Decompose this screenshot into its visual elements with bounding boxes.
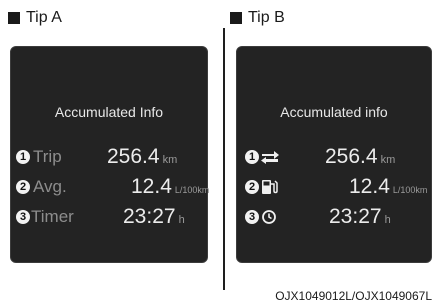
screen-b-row-trip: 1 256.4 km	[237, 143, 431, 171]
avg-value-group: 12.4 L/100km	[131, 173, 209, 201]
tip-a-label: Tip A	[26, 9, 62, 26]
badge-3: 3	[245, 210, 259, 224]
fuel-unit: L/100km	[392, 185, 428, 195]
fuel-value: 12.4	[349, 175, 390, 198]
tip-a-header: Tip A	[8, 9, 62, 27]
fuel-value-group: 12.4 L/100km	[349, 173, 427, 201]
avg-value: 12.4	[131, 175, 172, 198]
cluster-screen-b: Accumulated info 1 256.4 km 2 12.4 L/100km…	[236, 46, 432, 263]
tip-b-header: Tip B	[230, 9, 285, 27]
trip-value-group: 256.4 km	[107, 143, 177, 171]
screen-a-row-timer: 3 Timer 23:27 h	[11, 203, 207, 231]
time-value-group: 23:27 h	[329, 203, 391, 231]
tip-b-square	[230, 12, 242, 24]
trip-value: 256.4	[325, 145, 378, 168]
trip-label: Trip	[33, 147, 62, 166]
fuel-pump-icon	[262, 180, 278, 194]
screen-b-title: Accumulated info	[280, 104, 388, 120]
screen-a-title: Accumulated Info	[54, 104, 164, 120]
trip-unit: km	[380, 154, 396, 166]
badge-1: 1	[245, 150, 259, 164]
avg-unit: L/100km	[174, 185, 210, 195]
timer-label: Timer	[31, 207, 74, 226]
badge-1: 1	[16, 150, 30, 164]
tip-a-square	[8, 12, 20, 24]
timer-value-group: 23:27 h	[123, 203, 185, 231]
vertical-divider	[223, 28, 225, 290]
tip-b-label: Tip B	[248, 9, 285, 26]
badge-2: 2	[16, 180, 30, 194]
screen-b-row-fuel: 2 12.4 L/100km	[237, 173, 431, 201]
avg-label: Avg.	[33, 177, 67, 196]
trip-value: 256.4	[107, 145, 160, 168]
timer-unit: h	[178, 214, 185, 226]
trip-value-group: 256.4 km	[325, 143, 395, 171]
screen-a-row-trip: 1 Trip 256.4 km	[11, 143, 207, 171]
time-value: 23:27	[329, 205, 382, 228]
badge-3: 3	[16, 210, 30, 224]
badge-2: 2	[245, 180, 259, 194]
trip-unit: km	[162, 154, 178, 166]
trip-distance-icon	[261, 151, 279, 164]
clock-icon	[262, 210, 276, 224]
timer-value: 23:27	[123, 205, 176, 228]
screen-b-row-time: 3 23:27 h	[237, 203, 431, 231]
image-caption: OJX1049012L/OJX1049067L	[275, 289, 432, 303]
time-unit: h	[384, 214, 391, 226]
screen-a-row-avg: 2 Avg. 12.4 L/100km	[11, 173, 209, 201]
cluster-screen-a: Accumulated Info 1 Trip 256.4 km 2 Avg. 1…	[10, 46, 209, 263]
